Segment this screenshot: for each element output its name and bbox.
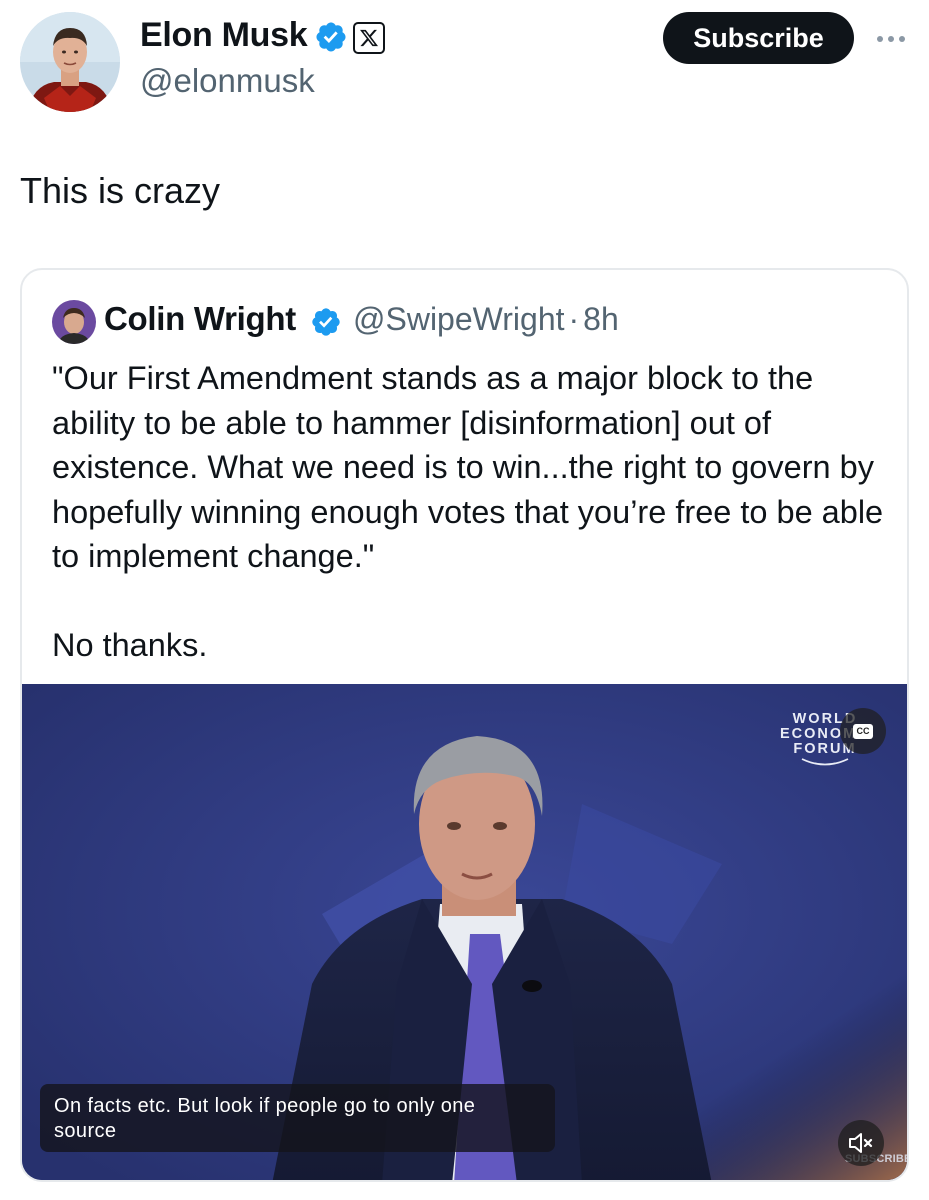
quoted-author-handle[interactable]: @SwipeWright xyxy=(353,301,565,337)
more-dot xyxy=(899,36,905,42)
wef-arc-icon xyxy=(801,758,849,766)
mute-toggle-button[interactable] xyxy=(838,1120,884,1166)
quoted-paragraph: "Our First Amendment stands as a major b… xyxy=(52,360,884,574)
video-caption: On facts etc. But look if people go to o… xyxy=(40,1084,555,1152)
verified-badge-icon xyxy=(312,308,340,336)
quoted-author-avatar[interactable] xyxy=(52,300,96,344)
quoted-author-name[interactable]: Colin Wright xyxy=(104,300,296,338)
closed-captions-icon: CC xyxy=(853,723,873,739)
caption-line: On facts etc. But look if people go to o… xyxy=(54,1095,476,1117)
tweet-text: This is crazy xyxy=(20,170,221,211)
author-name[interactable]: Elon Musk xyxy=(140,16,308,55)
quoted-tweet-time[interactable]: 8h xyxy=(583,301,619,337)
quoted-paragraph: No thanks. xyxy=(52,626,208,663)
quoted-tweet-meta: @SwipeWright · 8h xyxy=(353,301,619,338)
closed-captions-button[interactable]: CC xyxy=(840,708,886,754)
x-logo-icon xyxy=(353,22,385,54)
more-dot xyxy=(888,36,894,42)
verified-badge-icon xyxy=(316,22,346,52)
author-handle[interactable]: @elonmusk xyxy=(140,62,315,100)
quoted-tweet-card[interactable]: Colin Wright @SwipeWright · 8h "Our First … xyxy=(20,268,909,1182)
video-player[interactable]: WORLD ECONOMIC FORUM CC On facts etc. Bu… xyxy=(22,684,907,1180)
muted-speaker-icon xyxy=(849,1133,873,1153)
more-options-icon[interactable] xyxy=(873,24,909,54)
meta-separator: · xyxy=(568,301,580,337)
caption-line: source xyxy=(54,1120,117,1142)
subscribe-button[interactable]: Subscribe xyxy=(663,12,854,64)
quoted-tweet-text: "Our First Amendment stands as a major b… xyxy=(52,356,892,667)
more-dot xyxy=(877,36,883,42)
author-avatar[interactable] xyxy=(20,12,120,112)
